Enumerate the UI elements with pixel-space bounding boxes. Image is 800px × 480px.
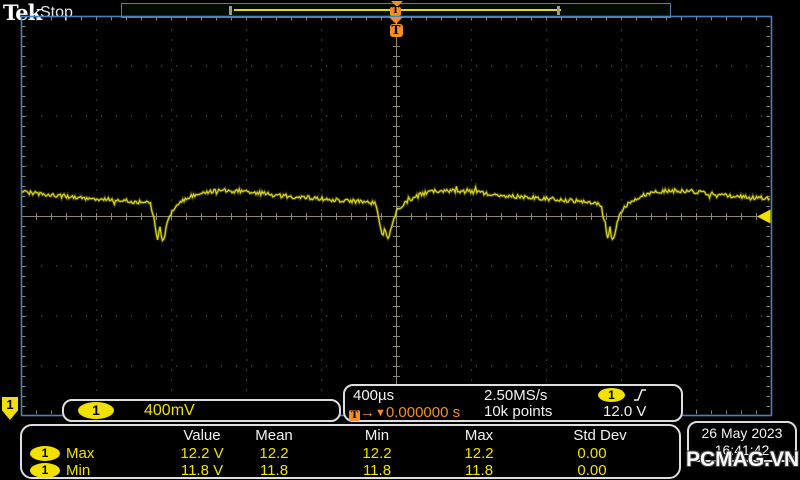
col-header-stddev: Std Dev [573, 427, 627, 444]
trigger-position-flag: T [389, 24, 403, 37]
trigger-delay-value: 0.000000 s [385, 404, 461, 421]
row2-stddev: 0.00 [577, 462, 607, 479]
ch1-readout-box: 1 400mV [62, 399, 341, 422]
col-header-max: Max [464, 427, 494, 444]
trigger-delay-flag-icon: T [349, 410, 360, 421]
ch1-scale: 400mV [144, 402, 195, 419]
row1-max: 12.2 [464, 445, 494, 462]
ch1-badge: 1 [78, 402, 114, 419]
col-header-mean: Mean [255, 427, 293, 444]
trigger-marker-icon: ▼ [375, 407, 386, 419]
trigger-delay-readout: T →▼0.000000 s [349, 404, 460, 422]
watermark: PCMAG.VN [686, 448, 800, 471]
row2-ch-badge: 1 [30, 463, 60, 478]
row2-mean: 11.8 [259, 462, 289, 479]
date-readout: 26 May 2023 [701, 425, 783, 441]
trigger-source-badge: 1 [598, 388, 625, 402]
sample-rate: 2.50MS/s [484, 387, 548, 404]
row2-min: 11.8 [362, 462, 392, 479]
record-length: 10k points [484, 403, 553, 420]
row1-label: Max [66, 445, 95, 462]
horizontal-readout-box: 400µs T →▼0.000000 s 2.50MS/s 10k points … [343, 384, 683, 422]
row1-stddev: 0.00 [577, 445, 607, 462]
arrow-icon: → [360, 404, 375, 421]
row2-max: 11.8 [464, 462, 494, 479]
waveform-trace [21, 184, 771, 242]
row2-label: Min [66, 462, 91, 479]
col-header-min: Min [364, 427, 390, 444]
trigger-level-arrow [757, 209, 771, 224]
time-per-div: 400µs [353, 387, 395, 404]
rising-slope-icon [634, 389, 646, 401]
trigger-level-value: 12.0 V [603, 403, 647, 420]
row1-min: 12.2 [362, 445, 392, 462]
oscilloscope-screen: { "header": { "logo": "Tek", "status": "… [0, 0, 800, 480]
measurements-box: Value Mean Min Max Std Dev 1 Max 12.2 V … [20, 424, 681, 479]
row1-mean: 12.2 [259, 445, 289, 462]
row1-ch-badge: 1 [30, 446, 60, 461]
trigger-position-marker-icon: T [389, 17, 403, 37]
